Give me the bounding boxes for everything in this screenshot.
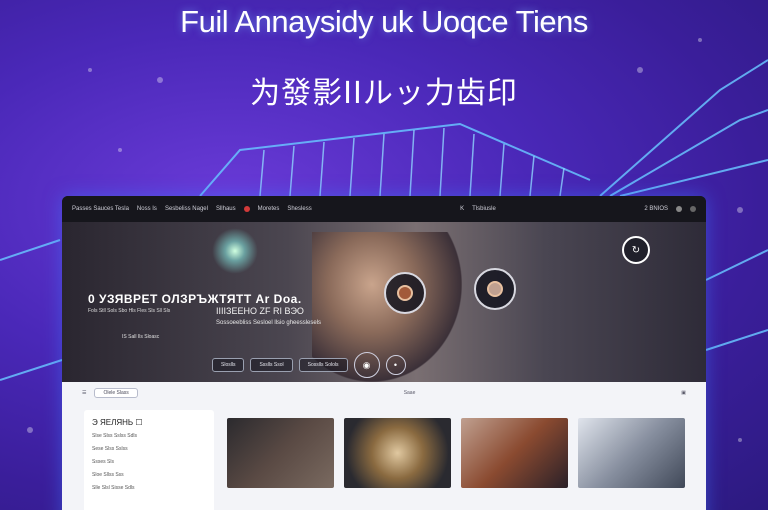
hero-actions: Sloslls Ssslls Ssol Sosslls Solols ◉ •	[212, 352, 406, 378]
hero-subtitle: Fols Stll Sols Sbo Hls Fles Sls Sll Sls	[88, 308, 171, 314]
record-icon	[397, 285, 413, 301]
side-panel-row[interactable]: Ssses Sls	[92, 459, 206, 465]
sparkle-image	[212, 228, 258, 274]
thumbnail-image[interactable]	[461, 418, 568, 488]
side-panel-row[interactable]: Slle Slsl Sisse Sdls	[92, 485, 206, 491]
thumbnail-image[interactable]	[227, 418, 334, 488]
nav-item-1[interactable]: Noss Is	[137, 206, 157, 212]
settings-icon[interactable]	[690, 206, 696, 212]
hero-button-1[interactable]: Sloslls	[212, 358, 245, 372]
nav-item-2[interactable]: Sesbeliss Nagel	[165, 206, 208, 212]
replay-button[interactable]: ↻	[622, 236, 650, 264]
filter-label[interactable]: Saae	[404, 390, 416, 396]
nav-item-5[interactable]: Shesless	[287, 206, 311, 212]
search-input[interactable]: Olele Slass	[94, 388, 138, 398]
hero-title: 0 УЗЯВРЕТ ОЛЗРЪЖТЯТТ Ar Doa.	[88, 292, 302, 306]
top-bar: Passes Sauces Tesla Noss Is Sesbeliss Na…	[62, 196, 706, 222]
play-button[interactable]: ◉	[353, 352, 380, 378]
profile-icon[interactable]	[676, 206, 682, 212]
nav-item-3[interactable]: Sllhaus	[216, 206, 236, 212]
side-panel-row[interactable]: Sloe Sllss Sss	[92, 472, 206, 478]
hero-banner: ↻ 0 УЗЯВРЕТ ОЛЗРЪЖТЯТТ Ar Doa. Fols Stll…	[62, 222, 706, 382]
thumbnail-image[interactable]	[578, 418, 685, 488]
side-panel-row[interactable]: Sese Slss Sslss	[92, 446, 206, 452]
hero-button-2[interactable]: Ssslls Ssol	[250, 358, 293, 372]
menu-icon[interactable]: ☰	[82, 390, 86, 396]
brand-label[interactable]: Passes Sauces Tesla	[72, 206, 129, 212]
page-headline: Fuil Annaysidy uk Uoqce Tiens	[180, 4, 588, 39]
app-window: Passes Sauces Tesla Noss Is Sesbeliss Na…	[62, 196, 706, 510]
thumbnail-image[interactable]	[344, 418, 451, 488]
hero-caption: IIIIЗЕЕНО ZF RI ВЭО	[216, 306, 304, 316]
side-panel-title: Э ЯЕЛЯНЬ ☐	[92, 418, 143, 427]
avatar-icon	[487, 281, 503, 297]
page-subline: 为發影IIルッ力齿印	[250, 76, 518, 111]
more-button[interactable]: •	[385, 355, 406, 375]
thumbnail-grid	[227, 418, 685, 488]
hero-button-3[interactable]: Sosslls Solols	[298, 358, 348, 372]
avatar-control-button[interactable]	[474, 268, 516, 310]
side-panel-row[interactable]: Slse Slss Sslss Sdls	[92, 433, 206, 439]
hero-meta: IS Sall Ils Sloasc	[122, 334, 160, 340]
hero-caption-detail: Sossoeebliss Sesloel llsio gheesslesels	[216, 320, 322, 326]
nav-item-4[interactable]: Moretes	[258, 206, 280, 212]
media-control-button[interactable]	[384, 272, 426, 314]
nav-item-6[interactable]: Tlsbiusle	[472, 206, 496, 212]
view-toggle-icon[interactable]: ▣	[681, 390, 686, 396]
side-panel: Э ЯЕЛЯНЬ ☐ Slse Slss Sslss Sdls Sese Sls…	[84, 410, 214, 510]
content-area: ☰ Olele Slass Saae ▣ Э ЯЕЛЯНЬ ☐ Slse Sls…	[62, 382, 706, 510]
content-toolbar: ☰ Olele Slass Saae ▣	[82, 386, 686, 400]
account-label[interactable]: 2 BNIOS	[644, 206, 668, 212]
record-dot-icon	[243, 206, 250, 212]
back-nav-icon[interactable]: K	[460, 206, 464, 212]
